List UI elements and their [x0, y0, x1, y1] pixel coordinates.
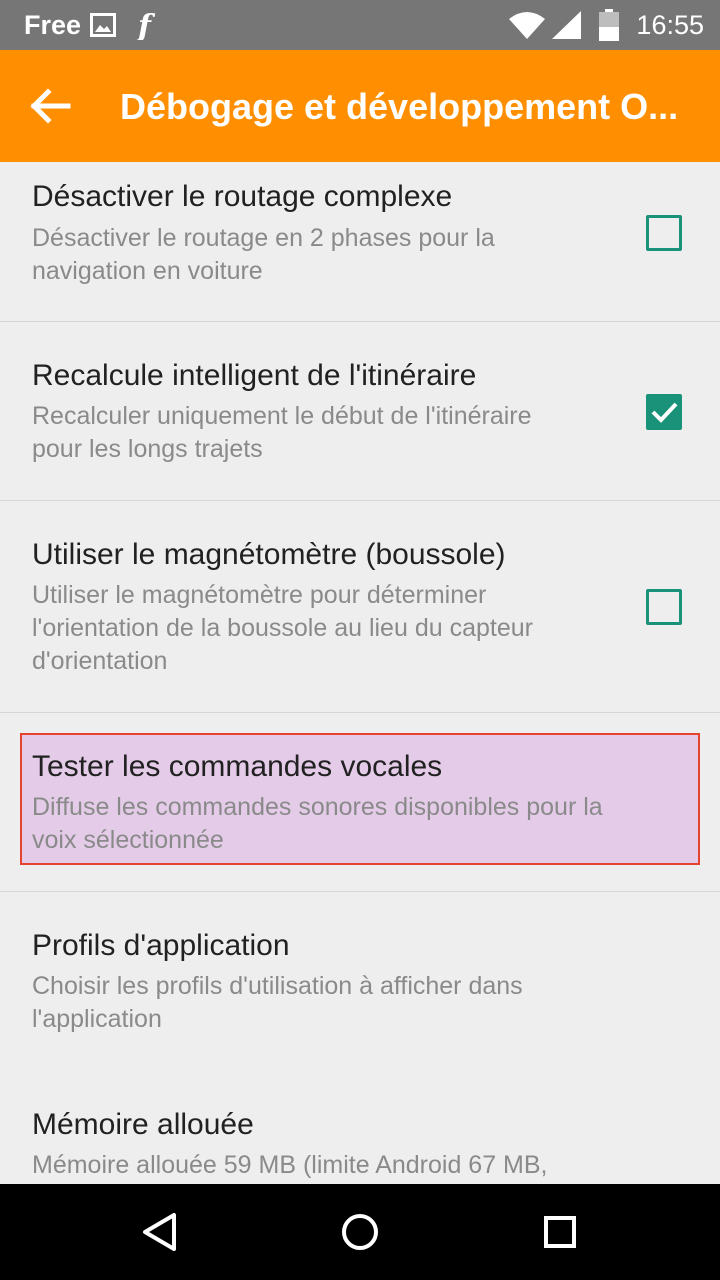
subtitle-line: Choisir les profils d'utilisation à affi… [32, 972, 523, 1000]
checkbox-unchecked[interactable] [646, 589, 682, 625]
subtitle-line: Diffuse les commandes sonores disponible… [32, 793, 603, 821]
flipboard-icon: f [136, 9, 164, 45]
subtitle-line: l'orientation de la boussole au lieu du … [32, 614, 533, 642]
settings-list: Désactiver le routage complexe Désactive… [0, 162, 720, 1184]
setting-title: Mémoire allouée [32, 1108, 254, 1141]
setting-title: Profils d'application [32, 929, 290, 962]
subtitle-line: Recalculer uniquement le début de l'itin… [32, 402, 532, 430]
signal-icon [552, 11, 582, 44]
setting-subtitle: Choisir les profils d'utilisation à affi… [32, 970, 622, 1036]
subtitle-line: navigation en voiture [32, 257, 263, 285]
subtitle-line: Désactiver le routage en 2 phases pour l… [32, 224, 495, 252]
wifi-icon [508, 11, 546, 44]
svg-text:f: f [136, 10, 156, 40]
checkbox-unchecked[interactable] [646, 215, 682, 251]
checkmark-icon [649, 397, 679, 427]
setting-subtitle: Diffuse les commandes sonores disponible… [32, 791, 692, 857]
subtitle-line: pour les longs trajets [32, 435, 263, 463]
setting-app-profiles[interactable]: Profils d'application Choisir les profil… [0, 892, 720, 1070]
setting-test-voice-commands[interactable]: Tester les commandes vocales Diffuse les… [0, 713, 720, 891]
nav-recents-icon [530, 1216, 590, 1266]
setting-subtitle: Utiliser le magnétomètre pour déterminer… [32, 579, 622, 678]
nav-recents-button[interactable] [530, 1202, 590, 1262]
nav-back-button[interactable] [130, 1202, 190, 1262]
image-icon [90, 13, 116, 42]
back-arrow-icon [20, 88, 80, 140]
subtitle-line: voix sélectionnée [32, 826, 224, 854]
carrier-label: Free [24, 10, 82, 40]
setting-subtitle: Recalculer uniquement le début de l'itin… [32, 400, 622, 466]
subtitle-line: l'application [32, 1005, 162, 1033]
setting-use-magnetometer[interactable]: Utiliser le magnétomètre (boussole) Util… [0, 501, 720, 712]
setting-title: Tester les commandes vocales [32, 750, 443, 783]
page-title: Débogage et développement O... [120, 86, 679, 127]
battery-icon [598, 9, 620, 46]
nav-home-icon [330, 1214, 390, 1266]
checkbox-checked[interactable] [646, 394, 682, 430]
status-bar: Free f 16:55 [0, 0, 720, 50]
app-toolbar: Débogage et développement O... [0, 50, 720, 162]
setting-title: Recalcule intelligent de l'itinéraire [32, 359, 477, 392]
setting-title: Désactiver le routage complexe [32, 180, 453, 213]
nav-back-icon [130, 1213, 190, 1266]
back-button[interactable] [20, 76, 80, 136]
navigation-bar [0, 1184, 720, 1280]
setting-disable-complex-routing[interactable]: Désactiver le routage complexe Désactive… [0, 162, 720, 322]
subtitle-line: d'orientation [32, 647, 168, 675]
setting-subtitle: Mémoire allouée 59 MB (limite Android 67… [32, 1149, 622, 1182]
clock: 16:55 [636, 10, 704, 40]
setting-allocated-memory[interactable]: Mémoire allouée Mémoire allouée 59 MB (l… [0, 1071, 720, 1184]
setting-subtitle: Désactiver le routage en 2 phases pour l… [32, 222, 622, 288]
nav-home-button[interactable] [330, 1202, 390, 1262]
subtitle-line: Utiliser le magnétomètre pour déterminer [32, 581, 487, 609]
setting-title: Utiliser le magnétomètre (boussole) [32, 538, 506, 571]
subtitle-line: Mémoire allouée 59 MB (limite Android 67… [32, 1151, 548, 1179]
setting-smart-route-recalculation[interactable]: Recalcule intelligent de l'itinéraire Re… [0, 322, 720, 500]
